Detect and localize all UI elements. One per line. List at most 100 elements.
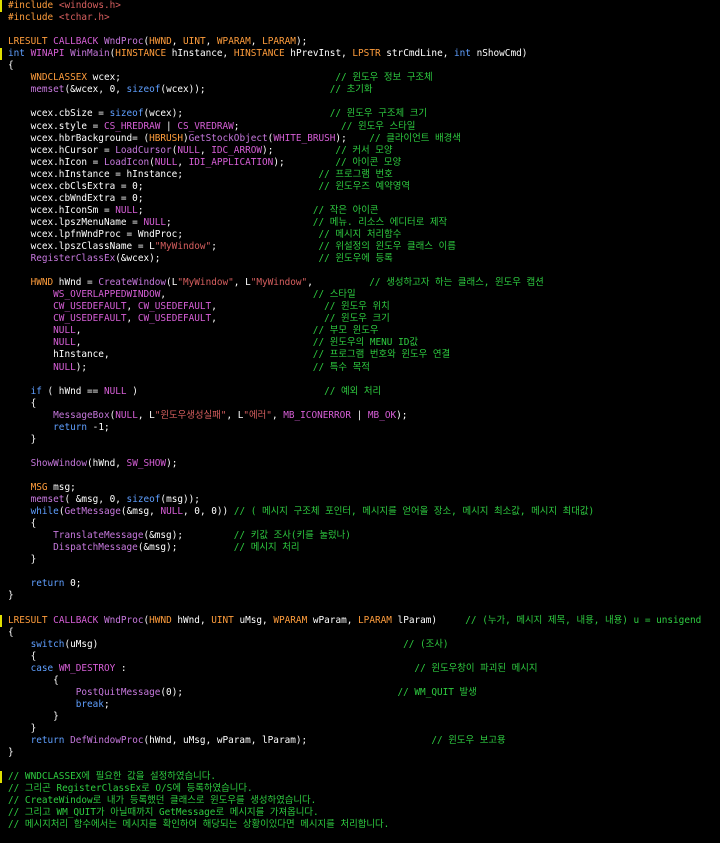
fold-marker — [0, 0, 2, 12]
code-line[interactable]: ShowWindow(hWnd, SW_SHOW); — [8, 458, 178, 470]
code-token: // 윈도우 구조체 크기 — [329, 108, 427, 119]
code-line[interactable]: RegisterClassEx(&wcex); // 윈도우에 등록 — [8, 253, 393, 265]
code-token: #include — [8, 0, 59, 11]
code-line[interactable]: switch(uMsg) // (조사) — [8, 639, 449, 651]
code-token: wcex; — [87, 72, 336, 83]
code-line[interactable]: wcex.hbrBackground= (HBRUSH)GetStockObje… — [8, 133, 461, 145]
code-line[interactable]: NULL); // 특수 목적 — [8, 362, 370, 374]
code-token: IDC_ARROW — [211, 145, 263, 156]
code-line[interactable]: } — [8, 590, 14, 602]
code-line[interactable]: MessageBox(NULL, L"윈도우생성실패", L"에러", MB_I… — [8, 410, 407, 422]
code-token: wcex.hIcon = — [8, 157, 104, 168]
code-token: GetMessage — [64, 506, 121, 517]
code-token: (wcex); — [143, 108, 330, 119]
code-line[interactable]: MSG msg; — [8, 482, 76, 494]
code-line[interactable]: wcex.cbWndExtra = 0; — [8, 193, 144, 205]
code-token: { — [8, 398, 37, 409]
code-token: CW_USEDEFAULT — [137, 301, 212, 312]
code-line[interactable]: memset(&wcex, 0, sizeof(wcex)); // 초기화 — [8, 84, 373, 96]
code-line[interactable]: case WM_DESTROY : // 윈도우창이 파괴된 메시지 — [8, 663, 538, 675]
code-line[interactable]: // 메시지처리 함수에서는 메시지를 확인하여 해당되는 상황이있다면 메시지… — [8, 819, 389, 831]
code-line[interactable]: HWND hWnd = CreateWindow(L"MyWindow", L"… — [8, 277, 544, 289]
code-line[interactable]: TranslateMessage(&msg); // 키값 조사(키를 눌렀나) — [8, 530, 351, 542]
code-editor[interactable]: #include <windows.h> #include <tchar.h> LR… — [0, 0, 720, 843]
code-token: , L — [226, 410, 244, 421]
code-line[interactable]: wcex.lpszMenuName = NULL; // 메뉴. 리소스 에디터… — [8, 217, 448, 229]
code-line[interactable]: } — [8, 747, 14, 759]
code-token: ShowWindow — [30, 458, 88, 469]
code-line[interactable]: #include <windows.h> — [8, 0, 121, 12]
code-line[interactable]: NULL, // 윈도우의 MENU ID값 — [8, 337, 418, 349]
code-token: ); — [166, 458, 178, 469]
code-line[interactable]: wcex.lpszClassName = L"MyWindow"; // 위설정… — [8, 241, 456, 253]
code-line[interactable]: while(GetMessage(&msg, NULL, 0, 0)) // (… — [8, 506, 595, 518]
code-line[interactable]: LRESULT CALLBACK WndProc(HWND, UINT, WPA… — [8, 36, 307, 48]
code-line[interactable]: wcex.hInstance = hInstance; // 프로그램 번호 — [8, 169, 393, 181]
code-line[interactable]: WS_OVERLAPPEDWINDOW, // 스타일 — [8, 289, 356, 301]
code-line[interactable]: wcex.hIcon = LoadIcon(NULL, IDI_APPLICAT… — [8, 157, 402, 169]
code-token: ( &msg, 0, — [64, 494, 127, 505]
code-token: int — [8, 48, 25, 59]
code-line[interactable]: return 0; — [8, 578, 82, 590]
code-line[interactable]: wcex.hIconSm = NULL; // 작은 아이콘 — [8, 205, 379, 217]
code-token: WPARAM — [216, 36, 251, 47]
code-token: NULL — [53, 362, 76, 373]
code-line[interactable]: // 그리고 WM_QUIT가 아닐때까지 GetMessage로 메시지를 가… — [8, 807, 319, 819]
code-line[interactable]: { — [8, 398, 37, 410]
code-line[interactable]: } — [8, 723, 37, 735]
code-token: // (조사) — [403, 639, 449, 650]
code-line[interactable]: { — [8, 60, 14, 72]
code-line[interactable]: } — [8, 711, 59, 723]
code-token: // 스타일 — [312, 289, 356, 300]
code-line[interactable]: return -1; — [8, 422, 109, 434]
code-line[interactable]: { — [8, 518, 37, 530]
code-token: WndProc — [103, 36, 144, 47]
code-token: // 초기화 — [329, 84, 373, 95]
code-line[interactable]: DispatchMessage(&msg); // 메시지 처리 — [8, 542, 299, 554]
code-line[interactable]: // 그리곤 RegisterClassEx로 O/S에 등록하였습니다. — [8, 783, 253, 795]
code-token: hInstance, — [8, 349, 313, 360]
code-token: , — [160, 289, 313, 300]
code-line[interactable]: wcex.style = CS_HREDRAW | CS_VREDRAW; //… — [8, 121, 416, 133]
code-line[interactable]: int WINAPI WinMain(HINSTANCE hInstance, … — [8, 48, 527, 60]
code-line[interactable]: #include <tchar.h> — [8, 12, 110, 24]
code-token: { — [8, 675, 59, 686]
code-line[interactable]: wcex.hCursor = LoadCursor(NULL, IDC_ARRO… — [8, 145, 393, 157]
code-line[interactable]: } — [8, 434, 37, 446]
code-line[interactable]: wcex.cbClsExtra = 0; // 윈도우즈 예약영역 — [8, 181, 410, 193]
code-token: WINAPI — [30, 48, 65, 59]
code-line[interactable]: memset( &msg, 0, sizeof(msg)); — [8, 494, 200, 506]
code-line[interactable]: { — [8, 651, 37, 663]
code-token: // ( 메시지 구조체 포인터, 메시지를 얻어올 장소, 메시지 최소값, … — [233, 506, 595, 517]
code-line[interactable]: if ( hWnd == NULL ) // 예외 처리 — [8, 386, 382, 398]
code-line[interactable]: LRESULT CALLBACK WndProc(HWND hWnd, UINT… — [8, 615, 701, 627]
code-token: // 윈도우 정보 구조체 — [335, 72, 433, 83]
code-token: // 윈도우 보고용 — [431, 735, 506, 746]
code-line[interactable]: { — [8, 675, 59, 687]
code-token: // 메뉴. 리소스 에디터로 제작 — [312, 217, 448, 228]
code-line[interactable]: // WNDCLASSEX에 필요한 값을 설정하였습니다. — [8, 771, 216, 783]
code-token: hWnd = — [53, 277, 99, 288]
code-line[interactable]: NULL, // 부모 윈도우 — [8, 325, 378, 337]
code-line[interactable]: { — [8, 627, 14, 639]
code-token: return — [30, 578, 65, 589]
code-line[interactable]: CW_USEDEFAULT, CW_USEDEFAULT, // 윈도우 크기 — [8, 313, 390, 325]
code-line[interactable]: // CreateWindow로 내가 등록했던 클래스로 윈도우를 생성하였습… — [8, 795, 316, 807]
code-line[interactable]: CW_USEDEFAULT, CW_USEDEFAULT, // 윈도우 위치 — [8, 301, 390, 313]
code-line[interactable]: PostQuitMessage(0); // WM_QUIT 발생 — [8, 687, 477, 699]
code-line[interactable]: hInstance, // 프로그램 번호와 윈도우 연결 — [8, 349, 450, 361]
code-token: // 커서 모양 — [335, 145, 393, 156]
code-line[interactable]: WNDCLASSEX wcex; // 윈도우 정보 구조체 — [8, 72, 433, 84]
code-token: msg; — [47, 482, 76, 493]
code-line[interactable]: } — [8, 554, 37, 566]
code-token: sizeof — [126, 494, 161, 505]
code-line[interactable]: return DefWindowProc(hWnd, uMsg, wParam,… — [8, 735, 506, 747]
code-line[interactable]: break; — [8, 699, 110, 711]
code-line[interactable]: wcex.cbSize = sizeof(wcex); // 윈도우 구조체 크… — [8, 108, 427, 120]
code-line[interactable]: wcex.lpfnWndProc = WndProc; // 메시지 처리함수 — [8, 229, 402, 241]
